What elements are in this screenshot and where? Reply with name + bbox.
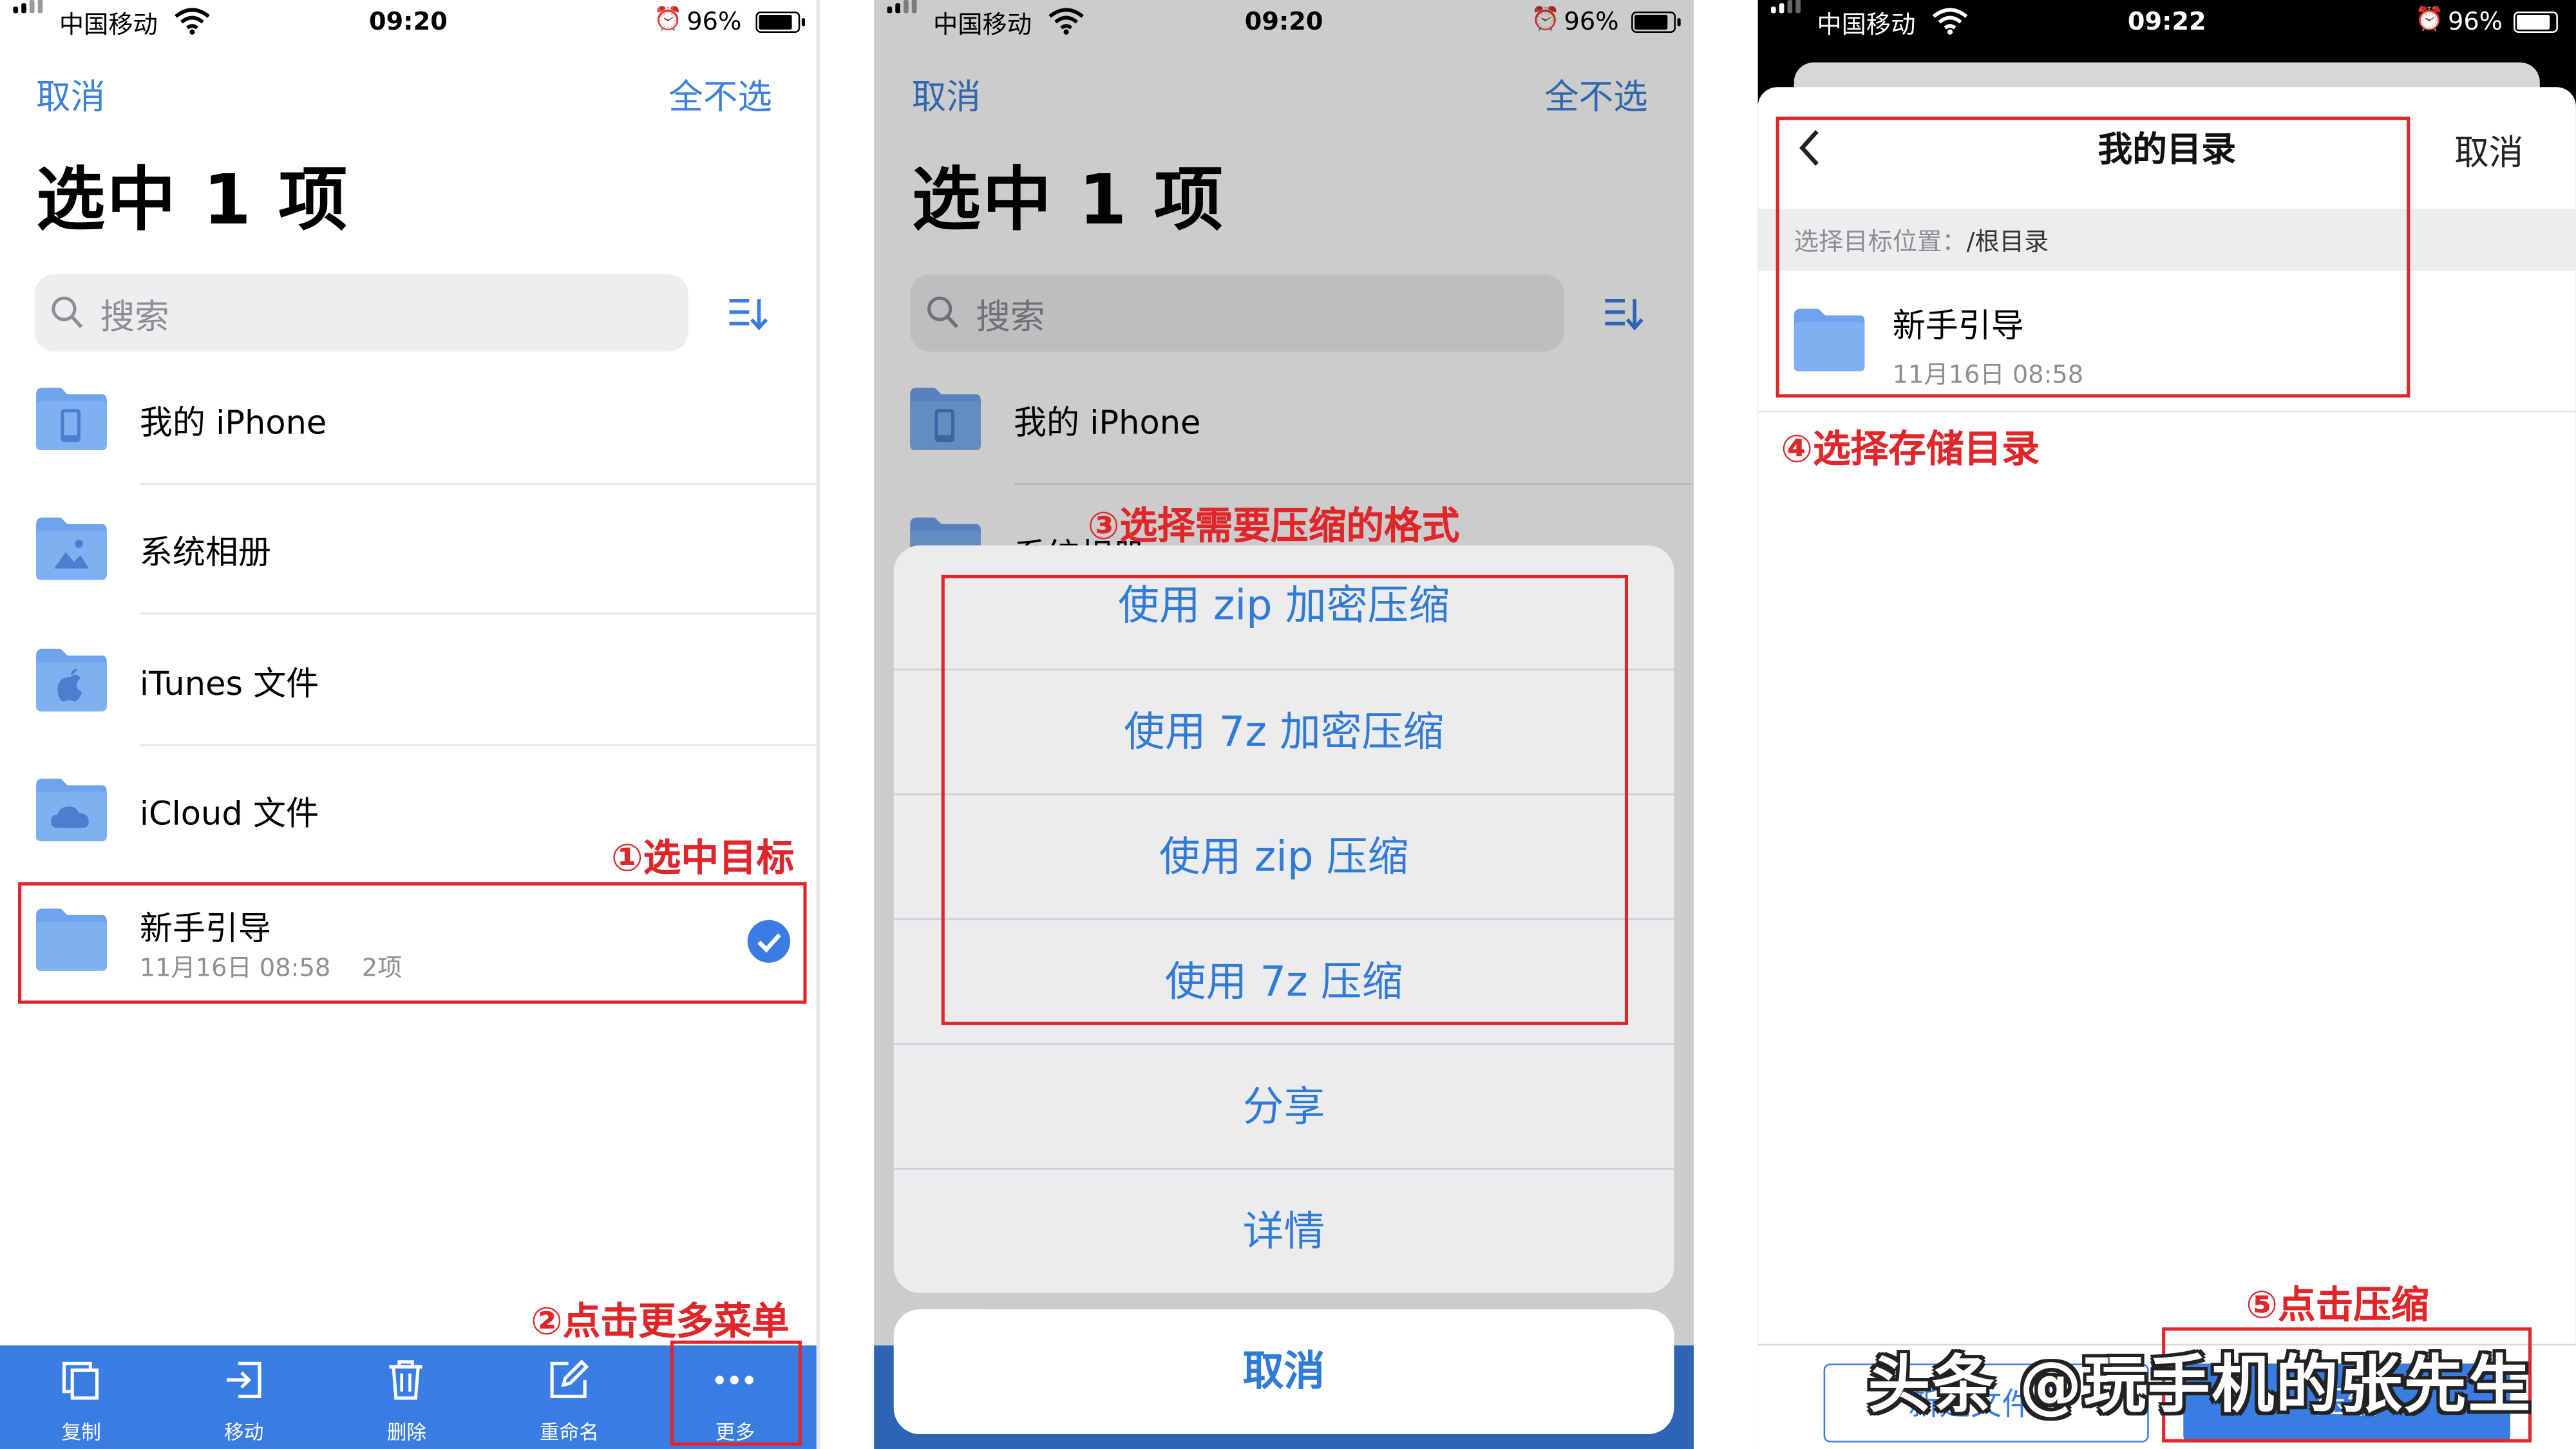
item-name: 系统相册 xyxy=(139,532,271,572)
highlight-box xyxy=(670,1340,802,1446)
panel-choose-format: 中国移动 09:20 ⏰ 96% 取消 全不选 选中 1 项 搜索 我的 iPh… xyxy=(874,0,1694,1449)
action-details[interactable]: 详情 xyxy=(894,1170,1674,1293)
panel-choose-directory: 中国移动 09:22 ⏰ 96% 我的目录 取消 选择目标位置：/根目录 新手引… xyxy=(1757,0,2576,1449)
annotation-choose-dir: ④选择存储目录 xyxy=(1781,428,2040,472)
highlight-box xyxy=(1776,117,2410,398)
status-bar: 中国移动 09:20 ⏰ 96% xyxy=(0,0,817,46)
screenshot-root: 中国移动 09:20 ⏰ 96% 取消 全不选 选中 1 项 搜索 我的 iPh… xyxy=(0,0,2576,1449)
annotation-select-target: ①选中目标 xyxy=(611,838,795,881)
battery-icon xyxy=(2514,11,2563,33)
cloud-folder-icon xyxy=(36,779,107,842)
battery-percent: 96% xyxy=(2447,6,2503,37)
rename-icon xyxy=(550,1359,589,1398)
list-item[interactable]: iTunes 文件 xyxy=(0,614,817,746)
photos-folder-icon xyxy=(36,517,107,580)
copy-icon xyxy=(62,1361,99,1400)
move-button[interactable]: 移动 xyxy=(163,1345,326,1449)
annotation-tap-compress: ⑤点击压缩 xyxy=(2246,1284,2429,1328)
copy-button[interactable]: 复制 xyxy=(0,1345,163,1449)
trash-icon xyxy=(389,1360,422,1400)
alarm-icon: ⏰ xyxy=(654,6,683,33)
move-icon xyxy=(227,1361,261,1398)
item-name: iCloud 文件 xyxy=(139,793,319,833)
list-item[interactable]: 系统相册 xyxy=(0,483,817,615)
list-item[interactable]: 我的 iPhone xyxy=(0,353,817,485)
cancel-link[interactable]: 取消 xyxy=(2454,126,2523,176)
search-input[interactable]: 搜索 xyxy=(34,274,688,352)
annotation-tap-more: ②点击更多菜单 xyxy=(530,1301,790,1344)
battery-percent: 96% xyxy=(687,6,742,37)
phone-folder-icon xyxy=(36,388,107,450)
sort-icon[interactable] xyxy=(726,296,769,332)
status-bar: 中国移动 09:22 ⏰ 96% xyxy=(1758,0,2576,46)
delete-button[interactable]: 删除 xyxy=(325,1345,488,1449)
rename-button[interactable]: 重命名 xyxy=(488,1345,651,1449)
item-name: 我的 iPhone xyxy=(139,402,327,442)
cancel-link[interactable]: 取消 xyxy=(36,71,105,120)
action-share[interactable]: 分享 xyxy=(893,1045,1674,1170)
search-placeholder: 搜索 xyxy=(100,297,169,337)
search-icon xyxy=(52,296,83,328)
highlight-box xyxy=(18,882,807,1004)
alarm-icon: ⏰ xyxy=(2414,6,2444,33)
item-name: iTunes 文件 xyxy=(139,663,319,703)
apple-folder-icon xyxy=(36,649,107,712)
cancel-button[interactable]: 取消 xyxy=(893,1309,1674,1435)
highlight-box xyxy=(941,574,1629,1025)
deselect-all-link[interactable]: 全不选 xyxy=(668,71,772,120)
annotation-choose-format: ③选择需要压缩的格式 xyxy=(1087,506,1460,549)
page-title: 选中 1 项 xyxy=(36,159,350,240)
watermark: 头条 @玩手机的张先生 xyxy=(1868,1349,2532,1421)
panel-select-target: 中国移动 09:20 ⏰ 96% 取消 全不选 选中 1 项 搜索 我的 iPh… xyxy=(0,0,817,1449)
battery-icon xyxy=(755,11,805,33)
